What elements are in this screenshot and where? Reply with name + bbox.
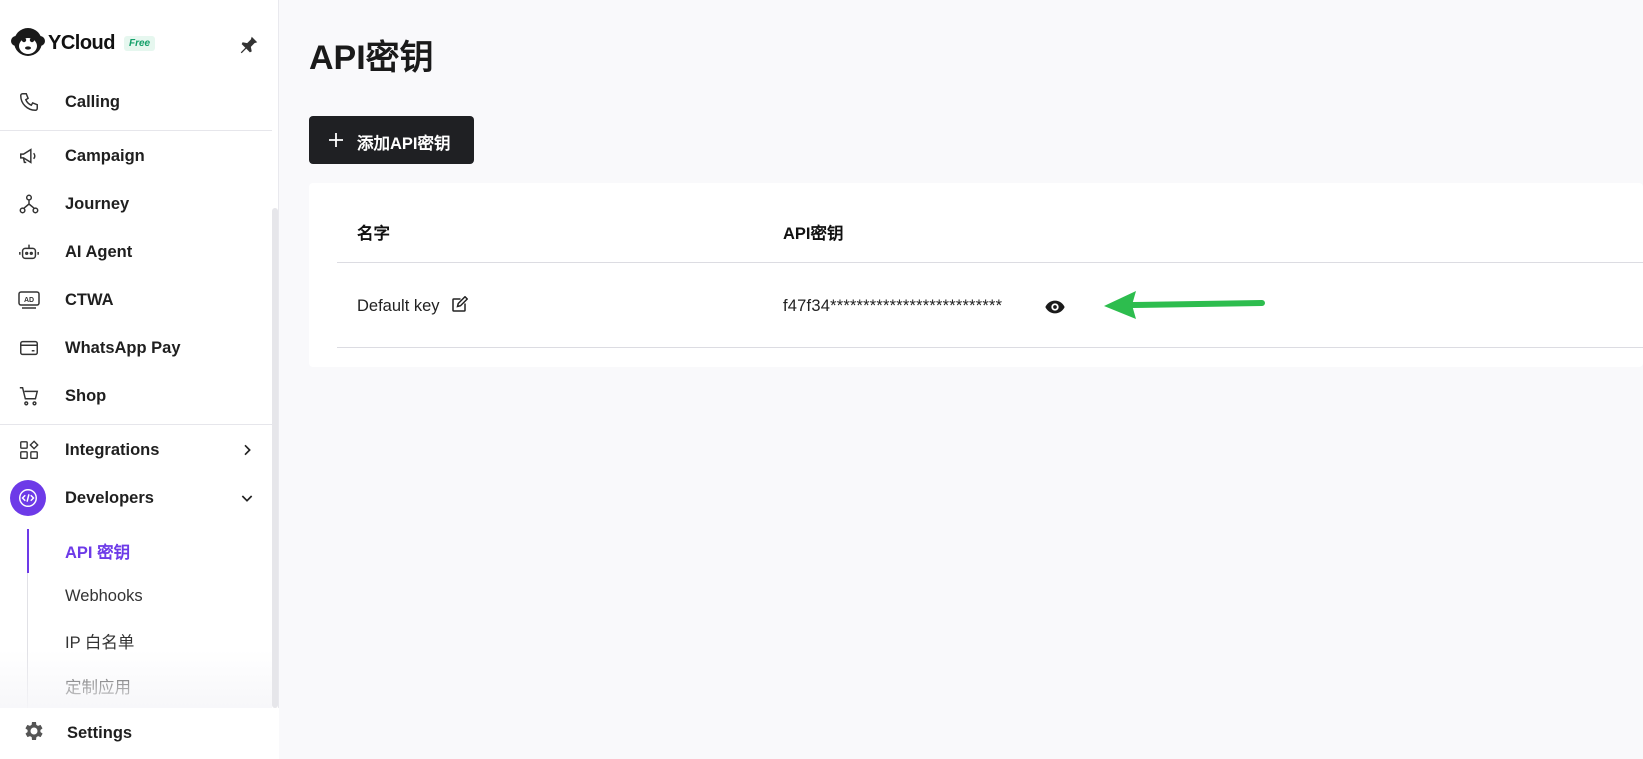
sidebar: YCloud Free Calling Campaign Journey AI … <box>0 0 279 759</box>
sidebar-subitem-label: IP 白名单 <box>65 634 135 652</box>
edit-icon[interactable] <box>450 296 468 314</box>
sidebar-subitem-api-keys[interactable]: API 密钥 <box>29 529 272 573</box>
sidebar-item-label: Journey <box>65 194 130 213</box>
apps-icon <box>16 437 42 463</box>
sidebar-subitem-label: 定制应用 <box>65 679 131 697</box>
sidebar-item-calling[interactable]: Calling <box>0 80 272 124</box>
sidebar-subitem-ip-whitelist[interactable]: IP 白名单 <box>29 619 272 663</box>
sidebar-item-label: CTWA <box>65 290 114 309</box>
sidebar-item-label: Campaign <box>65 146 145 165</box>
sidebar-scrollbar[interactable] <box>272 208 278 708</box>
sidebar-item-campaign[interactable]: Campaign <box>0 134 272 178</box>
sidebar-item-settings[interactable]: Settings <box>0 708 279 759</box>
sidebar-item-label: Calling <box>65 92 121 111</box>
phone-icon <box>16 89 42 115</box>
chevron-right-icon <box>236 439 258 461</box>
megaphone-icon <box>16 143 42 169</box>
sidebar-item-label: Integrations <box>65 440 160 459</box>
sidebar-item-developers[interactable]: Developers <box>0 476 272 520</box>
page-title: API密钥 <box>309 39 434 77</box>
column-header-api-key: API密钥 <box>783 225 844 243</box>
sidebar-item-label: WhatsApp Pay <box>65 338 181 357</box>
sidebar-subitem-webhooks[interactable]: Webhooks <box>29 574 272 618</box>
brand[interactable]: YCloud Free <box>10 26 156 60</box>
svg-text:AD: AD <box>24 297 34 304</box>
sidebar-subitem-label: API 密钥 <box>65 544 131 562</box>
sidebar-item-label: Developers <box>65 488 154 507</box>
sidebar-subitem-custom-apps[interactable]: 定制应用 <box>29 664 272 708</box>
gear-icon <box>21 719 45 748</box>
row-divider <box>337 347 1643 348</box>
sidebar-item-label: AI Agent <box>65 242 133 261</box>
annotation-arrow-icon <box>1104 291 1265 319</box>
api-keys-table: 名字 API密钥 Default key f47f34*************… <box>309 183 1643 367</box>
code-icon <box>10 480 46 516</box>
eye-icon[interactable] <box>1044 296 1066 318</box>
sidebar-subitem-label: Webhooks <box>65 586 143 605</box>
sidebar-item-journey[interactable]: Journey <box>0 182 272 226</box>
plus-icon <box>329 133 343 147</box>
sidebar-item-shop[interactable]: Shop <box>0 374 272 418</box>
sidebar-item-label: Shop <box>65 386 107 405</box>
sidebar-item-integrations[interactable]: Integrations <box>0 428 272 472</box>
pin-icon[interactable] <box>236 32 262 58</box>
ad-icon: AD <box>16 287 42 313</box>
settings-label: Settings <box>67 724 133 742</box>
robot-icon <box>16 239 42 265</box>
flow-icon <box>16 191 42 217</box>
sidebar-item-whatsapp-pay[interactable]: WhatsApp Pay <box>0 326 272 370</box>
cart-icon <box>16 383 42 409</box>
header-divider <box>337 262 1643 263</box>
masked-api-key: f47f34************************** <box>783 297 1003 315</box>
monkey-logo-icon <box>11 28 45 56</box>
plan-badge: Free <box>124 35 156 51</box>
sidebar-item-ai-agent[interactable]: AI Agent <box>0 230 272 274</box>
column-header-name: 名字 <box>357 225 390 243</box>
divider <box>0 130 272 131</box>
divider <box>0 424 272 425</box>
wallet-icon <box>16 335 42 361</box>
add-api-key-label: 添加API密钥 <box>357 135 451 153</box>
add-api-key-button[interactable]: 添加API密钥 <box>309 116 474 164</box>
sidebar-item-ctwa[interactable]: AD CTWA <box>0 278 272 322</box>
chevron-down-icon <box>236 487 258 509</box>
brand-name: YCloud <box>48 31 116 54</box>
key-name: Default key <box>357 297 440 315</box>
